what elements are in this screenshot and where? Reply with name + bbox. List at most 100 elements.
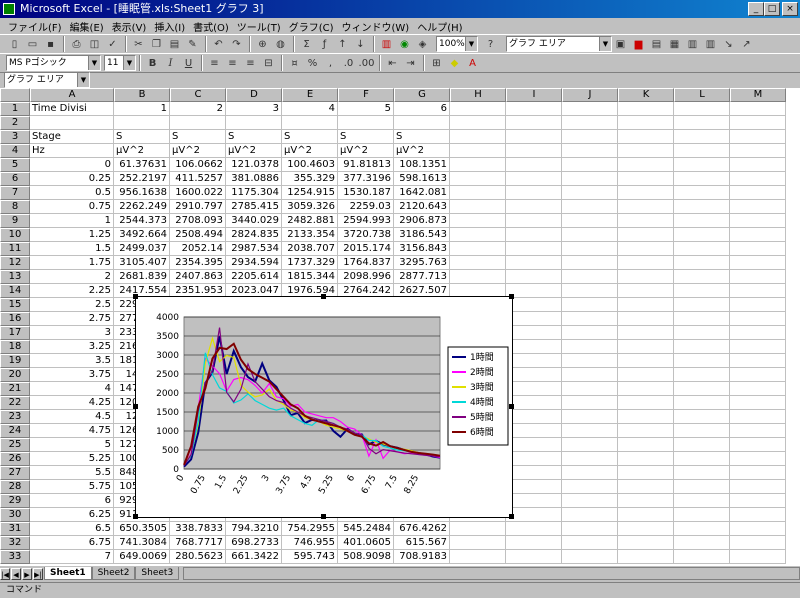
cell-A33[interactable]: 7 (30, 550, 114, 564)
print-preview-icon[interactable]: ◫ (86, 36, 103, 53)
angle-text-up-icon[interactable]: ↗ (738, 36, 755, 53)
cell-F7[interactable]: 1530.187 (338, 186, 394, 200)
cell-J29[interactable] (562, 494, 618, 508)
cell-K26[interactable] (618, 452, 674, 466)
cell-K10[interactable] (618, 228, 674, 242)
cell-E7[interactable]: 1254.915 (282, 186, 338, 200)
cell-A22[interactable]: 4.25 (30, 396, 114, 410)
cell-C1[interactable]: 2 (170, 102, 226, 116)
cell-D33[interactable]: 661.3422 (226, 550, 282, 564)
cell-M13[interactable] (730, 270, 786, 284)
cell-I3[interactable] (506, 130, 562, 144)
zoom-combo[interactable]: 100% ▼ (436, 36, 478, 52)
cell-M24[interactable] (730, 424, 786, 438)
cell-J2[interactable] (562, 116, 618, 130)
align-left-icon[interactable]: ≡ (206, 55, 223, 72)
cell-I28[interactable] (506, 480, 562, 494)
cell-D8[interactable]: 2785.415 (226, 200, 282, 214)
cell-J28[interactable] (562, 480, 618, 494)
row-header[interactable]: 31 (0, 522, 30, 536)
cell-A12[interactable]: 1.75 (30, 256, 114, 270)
cell-J4[interactable] (562, 144, 618, 158)
row-header[interactable]: 9 (0, 214, 30, 228)
cell-I25[interactable] (506, 438, 562, 452)
cell-A16[interactable]: 2.75 (30, 312, 114, 326)
cell-I27[interactable] (506, 466, 562, 480)
cell-K19[interactable] (618, 354, 674, 368)
cell-G8[interactable]: 2120.643 (394, 200, 450, 214)
cell-M32[interactable] (730, 536, 786, 550)
cell-I1[interactable] (506, 102, 562, 116)
cell-I31[interactable] (506, 522, 562, 536)
cell-I14[interactable] (506, 284, 562, 298)
chart-type-icon[interactable]: ▆ (630, 36, 647, 53)
cell-D12[interactable]: 2934.594 (226, 256, 282, 270)
cell-J21[interactable] (562, 382, 618, 396)
row-header[interactable]: 20 (0, 368, 30, 382)
cell-K18[interactable] (618, 340, 674, 354)
cell-C12[interactable]: 2354.395 (170, 256, 226, 270)
cell-C10[interactable]: 2508.494 (170, 228, 226, 242)
cell-I7[interactable] (506, 186, 562, 200)
cell-F2[interactable] (338, 116, 394, 130)
cell-K13[interactable] (618, 270, 674, 284)
save-icon[interactable]: ▪ (42, 36, 59, 53)
resize-handle-ne[interactable] (509, 294, 514, 299)
cell-A15[interactable]: 2.5 (30, 298, 114, 312)
cell-M1[interactable] (730, 102, 786, 116)
cell-A11[interactable]: 1.5 (30, 242, 114, 256)
function-icon[interactable]: ƒ (316, 36, 333, 53)
angle-text-down-icon[interactable]: ↘ (720, 36, 737, 53)
cell-A20[interactable]: 3.75 (30, 368, 114, 382)
cell-B5[interactable]: 61.37631 (114, 158, 170, 172)
cell-A31[interactable]: 6.5 (30, 522, 114, 536)
cell-I33[interactable] (506, 550, 562, 564)
cell-E13[interactable]: 1815.344 (282, 270, 338, 284)
cell-D7[interactable]: 1175.304 (226, 186, 282, 200)
cell-J25[interactable] (562, 438, 618, 452)
cell-A18[interactable]: 3.25 (30, 340, 114, 354)
cell-J13[interactable] (562, 270, 618, 284)
resize-handle-s[interactable] (321, 514, 326, 519)
italic-button[interactable]: I (162, 55, 179, 72)
cell-H5[interactable] (450, 158, 506, 172)
cell-A17[interactable]: 3 (30, 326, 114, 340)
cell-I12[interactable] (506, 256, 562, 270)
cell-G9[interactable]: 2906.873 (394, 214, 450, 228)
open-folder-icon[interactable]: ▭ (24, 36, 41, 53)
cell-C9[interactable]: 2708.093 (170, 214, 226, 228)
cell-K12[interactable] (618, 256, 674, 270)
merge-center-icon[interactable]: ⊟ (260, 55, 277, 72)
drawing-icon[interactable]: ◈ (414, 36, 431, 53)
cell-D32[interactable]: 698.2733 (226, 536, 282, 550)
cell-M22[interactable] (730, 396, 786, 410)
currency-icon[interactable]: ¤ (286, 55, 303, 72)
cell-B7[interactable]: 956.1638 (114, 186, 170, 200)
cell-I22[interactable] (506, 396, 562, 410)
cell-M5[interactable] (730, 158, 786, 172)
cell-M12[interactable] (730, 256, 786, 270)
cell-L3[interactable] (674, 130, 730, 144)
cell-A27[interactable]: 5.5 (30, 466, 114, 480)
cell-H1[interactable] (450, 102, 506, 116)
column-header-F[interactable]: F (338, 88, 394, 102)
first-sheet-icon[interactable]: |◀ (0, 567, 10, 580)
menu-item-3[interactable]: 挿入(I) (150, 19, 189, 34)
cell-L29[interactable] (674, 494, 730, 508)
cell-G33[interactable]: 708.9183 (394, 550, 450, 564)
legend-icon[interactable]: ▤ (648, 36, 665, 53)
cell-G4[interactable]: μV^2 (394, 144, 450, 158)
cell-M14[interactable] (730, 284, 786, 298)
row-header[interactable]: 7 (0, 186, 30, 200)
cell-B8[interactable]: 2262.249 (114, 200, 170, 214)
column-header-D[interactable]: D (226, 88, 282, 102)
cell-I9[interactable] (506, 214, 562, 228)
minimize-button[interactable]: _ (748, 2, 764, 16)
cell-L23[interactable] (674, 410, 730, 424)
cell-L25[interactable] (674, 438, 730, 452)
row-header[interactable]: 8 (0, 200, 30, 214)
resize-handle-se[interactable] (509, 514, 514, 519)
row-header[interactable]: 4 (0, 144, 30, 158)
cell-B10[interactable]: 3492.664 (114, 228, 170, 242)
embedded-chart[interactable]: 0 500 1000 1500 2000 2500 3000 3500 4000 0 0.75 1.5… (133, 294, 514, 519)
